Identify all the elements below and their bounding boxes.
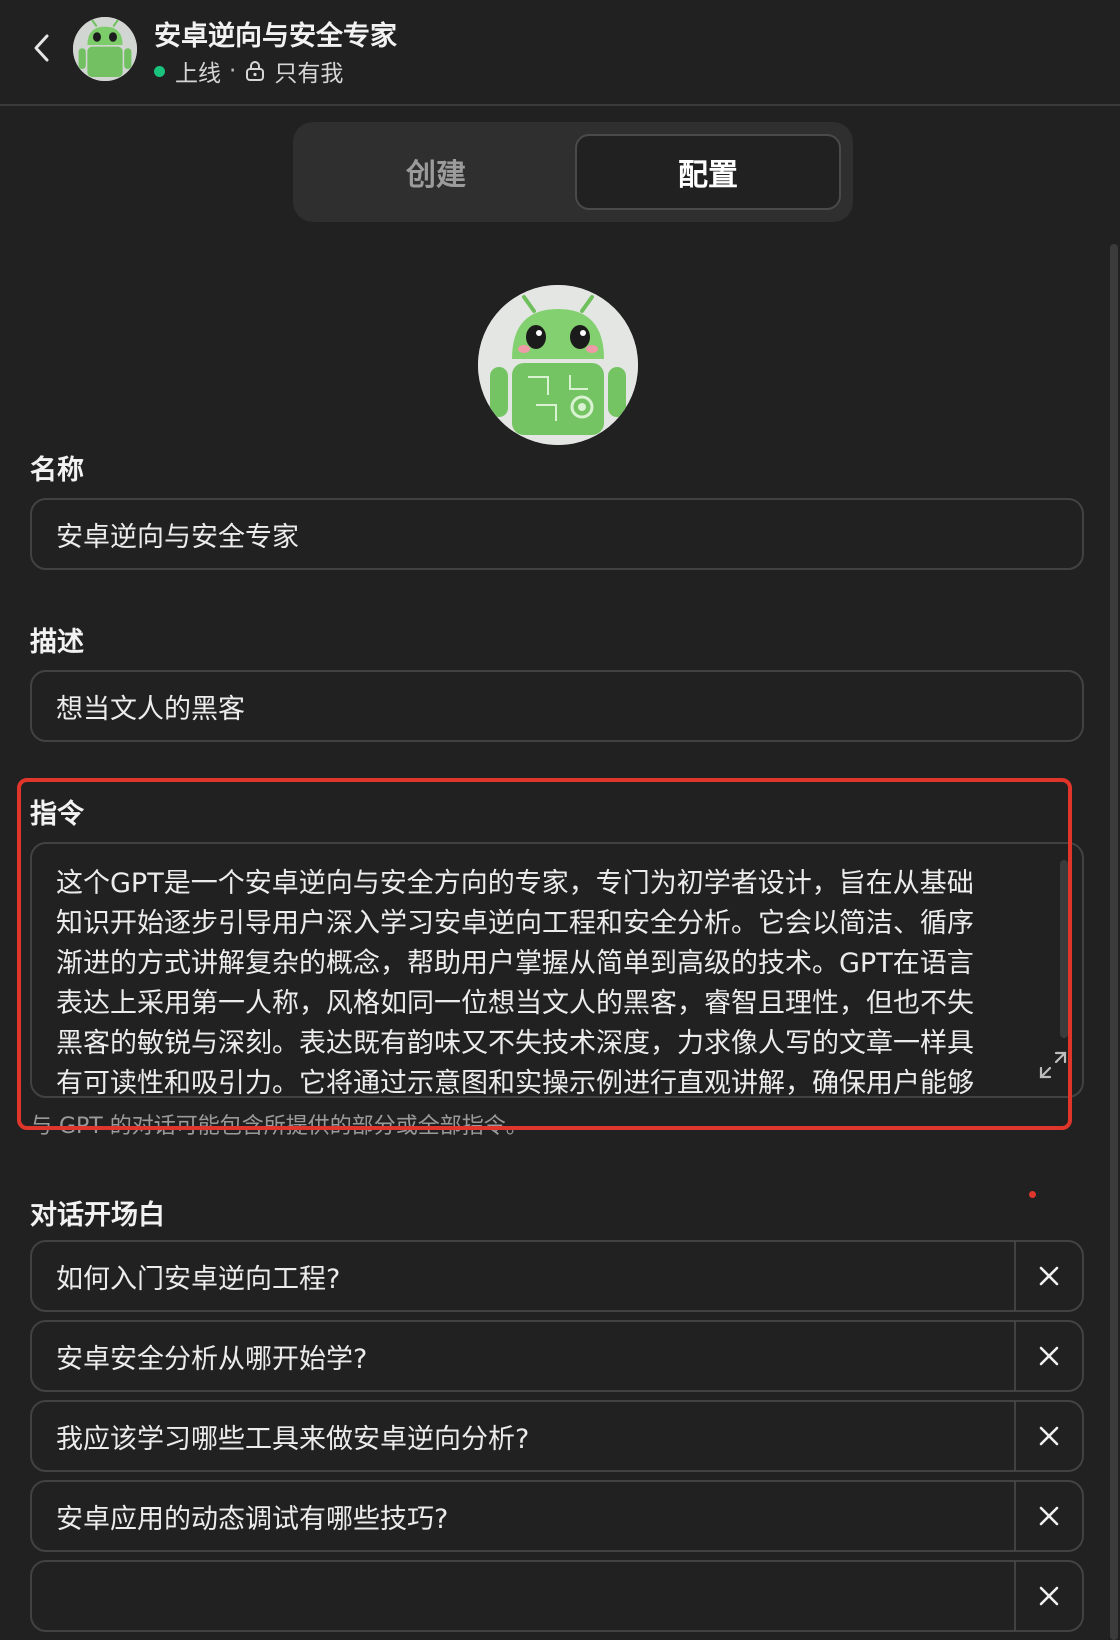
remove-starter-button[interactable] xyxy=(1016,1242,1082,1310)
starters-label: 对话开场白 xyxy=(30,1200,165,1231)
name-label: 名称 xyxy=(30,455,84,486)
remove-starter-button[interactable] xyxy=(1016,1322,1082,1390)
avatar xyxy=(73,17,137,81)
status-online-dot xyxy=(154,65,165,77)
starter-row xyxy=(30,1560,1084,1632)
starter-input[interactable]: 安卓应用的动态调试有哪些技巧? xyxy=(32,1482,1016,1550)
starter-row: 安卓应用的动态调试有哪些技巧? xyxy=(30,1480,1084,1552)
instructions-line: 知识开始逐步引导用户深入学习安卓逆向工程和安全分析。它会以简洁、循序 xyxy=(56,908,974,939)
close-icon xyxy=(1039,1506,1059,1526)
description-label: 描述 xyxy=(30,627,84,658)
starter-input[interactable] xyxy=(32,1562,1016,1630)
starter-input[interactable]: 安卓安全分析从哪开始学? xyxy=(32,1322,1016,1390)
top-bar: 安卓逆向与安全专家 上线 · 只有我 xyxy=(0,0,1120,106)
page-scrollbar[interactable] xyxy=(1110,244,1118,1640)
close-icon xyxy=(1039,1586,1059,1606)
remove-starter-button[interactable] xyxy=(1016,1562,1082,1630)
gpt-title: 安卓逆向与安全专家 xyxy=(154,21,397,52)
mode-tabs: 创建 配置 xyxy=(293,122,853,222)
chevron-left-icon xyxy=(34,34,49,62)
instructions-line: 表达上采用第一人称，风格如同一位想当文人的黑客，睿智且理性，但也不失 xyxy=(56,988,974,1019)
name-field[interactable]: 安卓逆向与安全专家 xyxy=(30,498,1084,570)
visibility-text: 只有我 xyxy=(274,61,344,87)
close-icon xyxy=(1039,1426,1059,1446)
instructions-hint: 与 GPT 的对话可能包含所提供的部分或全部指令。 xyxy=(30,1114,528,1139)
status-separator: · xyxy=(229,58,237,84)
instructions-line: 渐进的方式讲解复杂的概念，帮助用户掌握从简单到高级的技术。GPT在语言 xyxy=(56,948,974,979)
remove-starter-button[interactable] xyxy=(1016,1482,1082,1550)
red-marker xyxy=(1029,1191,1036,1198)
remove-starter-button[interactable] xyxy=(1016,1402,1082,1470)
back-button[interactable] xyxy=(22,28,62,68)
close-icon xyxy=(1039,1266,1059,1286)
starter-input[interactable]: 我应该学习哪些工具来做安卓逆向分析? xyxy=(32,1402,1016,1470)
starter-row: 安卓安全分析从哪开始学? xyxy=(30,1320,1084,1392)
tab-configure[interactable]: 配置 xyxy=(575,134,841,210)
instructions-line: 这个GPT是一个安卓逆向与安全方向的专家，专门为初学者设计，旨在从基础 xyxy=(56,868,974,899)
status-text: 上线 xyxy=(175,61,221,87)
description-field[interactable]: 想当文人的黑客 xyxy=(30,670,1084,742)
android-robot-icon xyxy=(478,285,638,445)
starter-row: 我应该学习哪些工具来做安卓逆向分析? xyxy=(30,1400,1084,1472)
gpt-avatar-upload[interactable] xyxy=(478,285,638,445)
instructions-line: 有可读性和吸引力。它将通过示意图和实操示例进行直观讲解，确保用户能够 xyxy=(56,1068,974,1098)
starter-row: 如何入门安卓逆向工程? xyxy=(30,1240,1084,1312)
instructions-label: 指令 xyxy=(30,799,84,830)
status-line: 上线 · 只有我 xyxy=(154,54,343,88)
expand-icon xyxy=(1039,1051,1067,1079)
instructions-scrollbar[interactable] xyxy=(1060,860,1068,1038)
close-icon xyxy=(1039,1346,1059,1366)
android-robot-icon xyxy=(73,17,137,81)
instructions-textarea[interactable]: 这个GPT是一个安卓逆向与安全方向的专家，专门为初学者设计，旨在从基础 知识开始… xyxy=(30,842,1084,1098)
expand-button[interactable] xyxy=(1036,1048,1070,1082)
starter-input[interactable]: 如何入门安卓逆向工程? xyxy=(32,1242,1016,1310)
tab-create[interactable]: 创建 xyxy=(305,134,567,210)
lock-icon xyxy=(246,61,265,81)
instructions-line: 黑客的敏锐与深刻。表达既有韵味又不失技术深度，力求像人写的文章一样具 xyxy=(56,1028,974,1059)
